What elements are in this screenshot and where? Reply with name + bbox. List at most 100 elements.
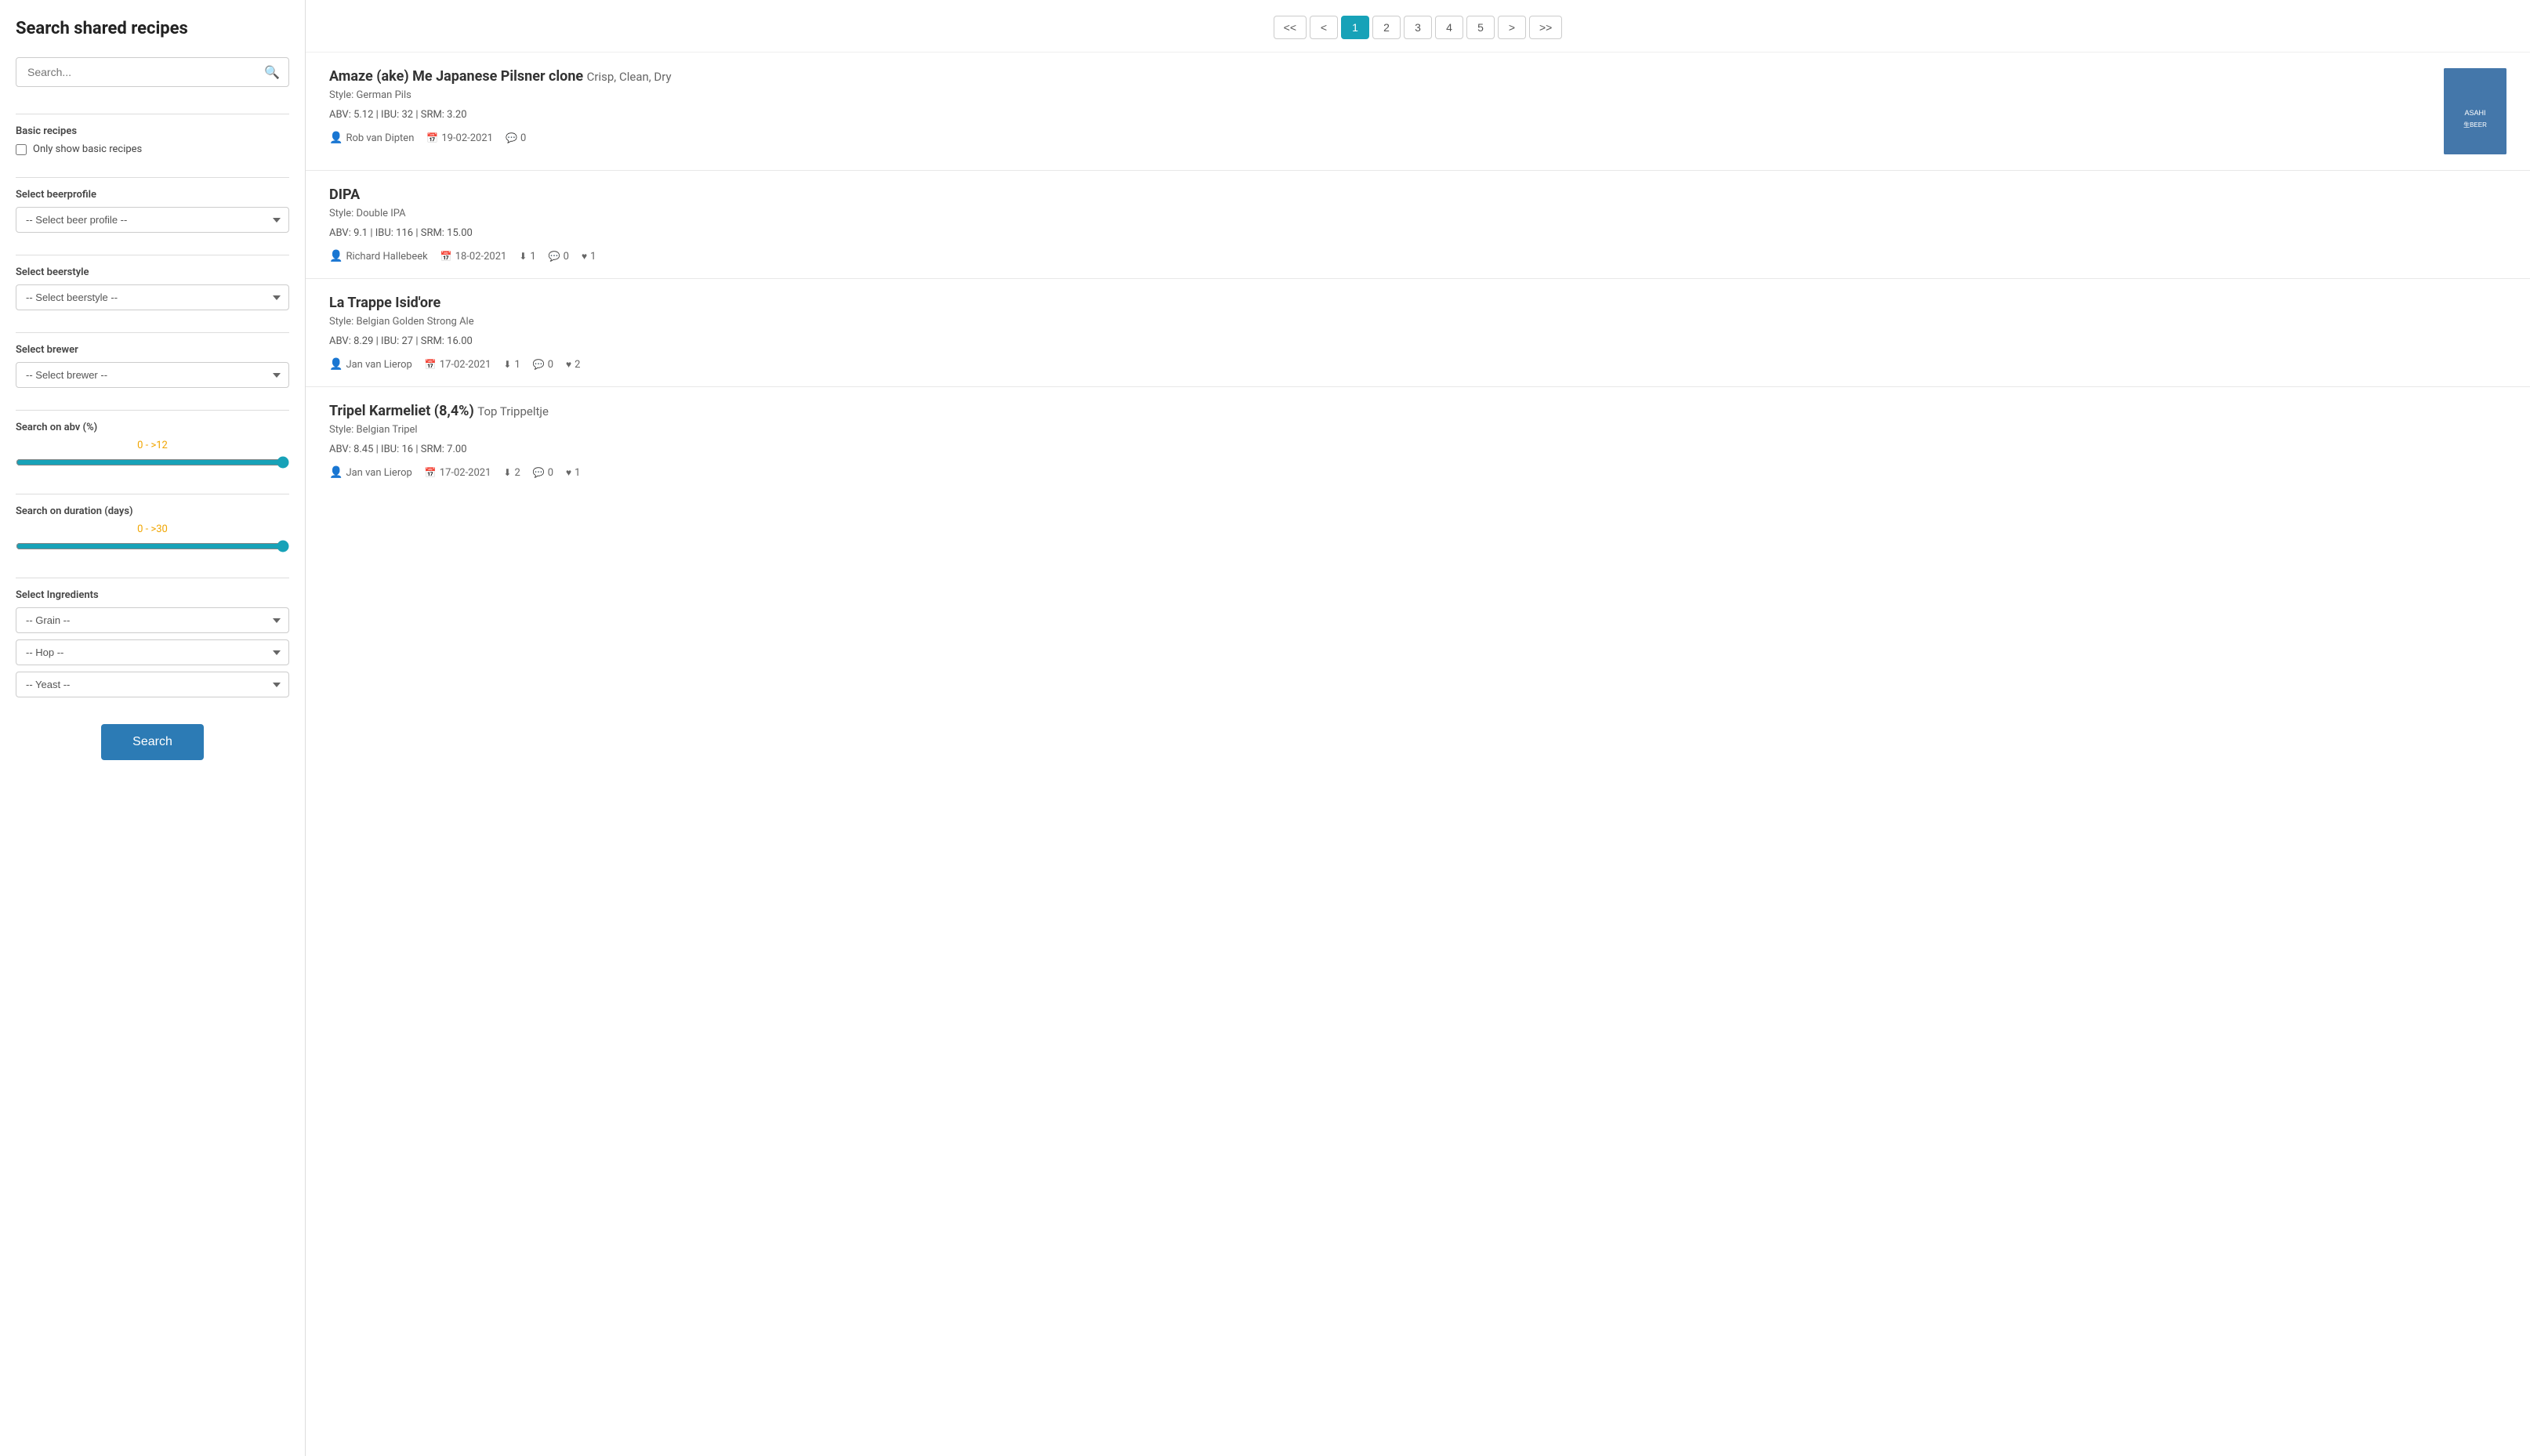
recipe-list: Amaze (ake) Me Japanese Pilsner clone Cr… xyxy=(306,53,2530,494)
abv-range-input[interactable] xyxy=(16,456,289,469)
recipe-card: Amaze (ake) Me Japanese Pilsner clone Cr… xyxy=(306,53,2530,171)
hop-select[interactable]: -- Hop -- xyxy=(16,639,289,665)
divider-4 xyxy=(16,332,289,333)
recipe-likes: 1 xyxy=(582,251,596,263)
divider-2 xyxy=(16,177,289,178)
recipe-stats: ABV: 5.12 | IBU: 32 | SRM: 3.20 xyxy=(329,109,2428,121)
abv-range-display: 0 - >12 xyxy=(16,440,289,451)
page-4-button[interactable]: 4 xyxy=(1435,16,1463,39)
calendar-icon xyxy=(426,132,438,144)
recipe-meta: Rob van Dipten 19-02-2021 0 xyxy=(329,132,2428,144)
yeast-select[interactable]: -- Yeast -- xyxy=(16,672,289,697)
basic-recipes-checkbox-label: Only show basic recipes xyxy=(33,143,142,155)
recipe-subtitle: Top Trippeltje xyxy=(477,404,549,418)
recipe-content: Amaze (ake) Me Japanese Pilsner clone Cr… xyxy=(329,68,2428,154)
search-icon[interactable]: 🔍 xyxy=(264,65,280,80)
comment-icon xyxy=(549,251,560,263)
sidebar: Search shared recipes 🔍 Basic recipes On… xyxy=(0,0,306,1456)
user-icon xyxy=(329,466,343,479)
page-prev-button[interactable]: < xyxy=(1310,16,1338,39)
recipe-content: La Trappe Isid'ore Style: Belgian Golden… xyxy=(329,295,2506,371)
recipe-title: La Trappe Isid'ore xyxy=(329,295,2506,311)
recipe-likes: 2 xyxy=(566,359,580,371)
ingredients-label: Select Ingredients xyxy=(16,589,289,601)
duration-range-display: 0 - >30 xyxy=(16,523,289,535)
ingredients-selects: -- Grain -- -- Hop -- -- Yeast -- xyxy=(16,607,289,697)
search-box: 🔍 xyxy=(16,57,289,87)
heart-icon xyxy=(566,467,571,479)
comment-icon xyxy=(533,359,545,371)
duration-range-input[interactable] xyxy=(16,540,289,552)
basic-recipes-checkbox-row[interactable]: Only show basic recipes xyxy=(16,143,289,155)
svg-text:ASAHI: ASAHI xyxy=(2464,109,2485,117)
recipe-meta: Jan van Lierop 17-02-2021 1 0 2 xyxy=(329,358,2506,371)
comment-icon xyxy=(533,467,545,479)
divider-5 xyxy=(16,410,289,411)
recipe-author: Richard Hallebeek xyxy=(329,250,428,263)
page-1-button[interactable]: 1 xyxy=(1341,16,1369,39)
recipe-author: Jan van Lierop xyxy=(329,466,412,479)
beer-profile-select[interactable]: -- Select beer profile -- xyxy=(16,207,289,233)
recipe-image: ASAHI 生BEER xyxy=(2444,68,2506,154)
recipe-downloads: 2 xyxy=(503,467,520,479)
page-first-button[interactable]: << xyxy=(1274,16,1307,39)
abv-section: Search on abv (%) 0 - >12 xyxy=(16,422,289,472)
basic-recipes-label: Basic recipes xyxy=(16,125,289,137)
main-content: << < 1 2 3 4 5 > >> Amaze (ake) Me Japan… xyxy=(306,0,2530,1456)
brewer-select[interactable]: -- Select brewer -- xyxy=(16,362,289,388)
recipe-comments: 0 xyxy=(506,132,526,144)
recipe-title: Tripel Karmeliet (8,4%) Top Trippeltje xyxy=(329,403,2506,419)
recipe-comments: 0 xyxy=(549,251,569,263)
heart-icon xyxy=(582,251,587,263)
recipe-comments: 0 xyxy=(533,359,553,371)
download-icon xyxy=(503,359,511,371)
user-icon xyxy=(329,132,343,144)
recipe-card: La Trappe Isid'ore Style: Belgian Golden… xyxy=(306,279,2530,387)
recipe-content: Tripel Karmeliet (8,4%) Top Trippeltje S… xyxy=(329,403,2506,479)
recipe-title: Amaze (ake) Me Japanese Pilsner clone Cr… xyxy=(329,68,2428,85)
recipe-style: Style: German Pils xyxy=(329,89,2428,101)
page-2-button[interactable]: 2 xyxy=(1372,16,1401,39)
page-title: Search shared recipes xyxy=(16,19,289,38)
recipe-stats: ABV: 9.1 | IBU: 116 | SRM: 15.00 xyxy=(329,227,2506,239)
recipe-card: DIPA Style: Double IPA ABV: 9.1 | IBU: 1… xyxy=(306,171,2530,279)
beer-profile-section: Select beerprofile -- Select beer profil… xyxy=(16,189,289,233)
recipe-date: 17-02-2021 xyxy=(425,467,491,479)
user-icon xyxy=(329,358,343,371)
recipe-style: Style: Belgian Golden Strong Ale xyxy=(329,316,2506,328)
ingredients-section: Select Ingredients -- Grain -- -- Hop --… xyxy=(16,589,289,697)
recipe-comments: 0 xyxy=(533,467,553,479)
beer-style-label: Select beerstyle xyxy=(16,266,289,278)
user-icon xyxy=(329,250,343,263)
pagination: << < 1 2 3 4 5 > >> xyxy=(306,0,2530,53)
recipe-author: Rob van Dipten xyxy=(329,132,414,144)
basic-recipes-checkbox[interactable] xyxy=(16,144,27,155)
recipe-downloads: 1 xyxy=(503,359,520,371)
duration-label: Search on duration (days) xyxy=(16,505,289,517)
page-last-button[interactable]: >> xyxy=(1529,16,1562,39)
brewer-section: Select brewer -- Select brewer -- xyxy=(16,344,289,388)
recipe-style: Style: Double IPA xyxy=(329,208,2506,219)
page-5-button[interactable]: 5 xyxy=(1466,16,1495,39)
page-3-button[interactable]: 3 xyxy=(1404,16,1432,39)
duration-section: Search on duration (days) 0 - >30 xyxy=(16,505,289,556)
comment-icon xyxy=(506,132,517,144)
recipe-author: Jan van Lierop xyxy=(329,358,412,371)
recipe-style: Style: Belgian Tripel xyxy=(329,424,2506,436)
recipe-likes: 1 xyxy=(566,467,580,479)
brewer-label: Select brewer xyxy=(16,344,289,356)
beer-style-select[interactable]: -- Select beerstyle -- xyxy=(16,284,289,310)
calendar-icon xyxy=(440,251,452,263)
search-input[interactable] xyxy=(16,57,289,87)
recipe-meta: Jan van Lierop 17-02-2021 2 0 1 xyxy=(329,466,2506,479)
download-icon xyxy=(519,251,527,263)
recipe-card: Tripel Karmeliet (8,4%) Top Trippeltje S… xyxy=(306,387,2530,494)
grain-select[interactable]: -- Grain -- xyxy=(16,607,289,633)
recipe-stats: ABV: 8.45 | IBU: 16 | SRM: 7.00 xyxy=(329,444,2506,455)
recipe-title: DIPA xyxy=(329,187,2506,203)
search-button[interactable]: Search xyxy=(101,724,204,760)
beer-style-section: Select beerstyle -- Select beerstyle -- xyxy=(16,266,289,310)
page-next-button[interactable]: > xyxy=(1498,16,1526,39)
svg-text:生BEER: 生BEER xyxy=(2463,121,2487,129)
recipe-date: 17-02-2021 xyxy=(425,359,491,371)
